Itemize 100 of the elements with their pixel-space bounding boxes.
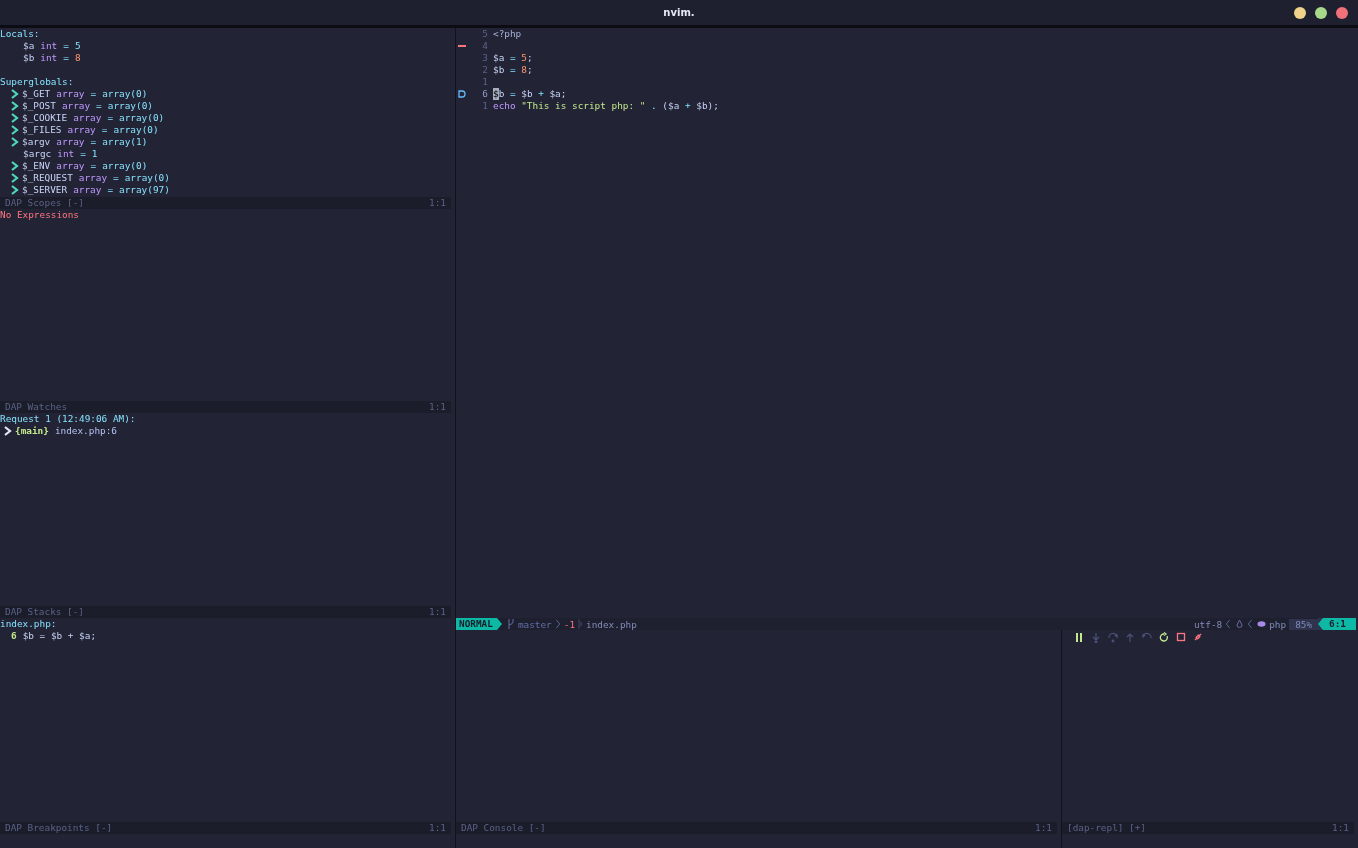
variable-value: 1 bbox=[91, 148, 98, 160]
line-number: 1 bbox=[482, 100, 488, 112]
code-token: ; bbox=[526, 52, 533, 64]
equals-sign: = bbox=[63, 40, 69, 52]
code-token: ; bbox=[526, 64, 533, 76]
window-title: nvim. bbox=[663, 7, 695, 18]
git-diff-count: -1 bbox=[562, 618, 577, 630]
equals-sign: = bbox=[90, 160, 97, 172]
code-token: 5 bbox=[521, 52, 527, 64]
variable-name[interactable]: $_ENV bbox=[22, 160, 51, 172]
maximize-button[interactable] bbox=[1315, 7, 1327, 19]
line-number: 5 bbox=[482, 28, 488, 40]
variable-type: array bbox=[61, 100, 91, 112]
chevron-separator-icon bbox=[1225, 619, 1232, 629]
code-token: "This is script php: " bbox=[521, 100, 646, 112]
breakpoint-file: index.php: bbox=[0, 618, 57, 630]
stopped-arrow-icon bbox=[458, 90, 466, 98]
variable-type: array bbox=[56, 136, 85, 148]
buffer-name: DAP Console [-] bbox=[461, 822, 546, 834]
variable-name[interactable]: $_COOKIE bbox=[22, 112, 68, 124]
pause-icon[interactable] bbox=[1074, 632, 1084, 643]
chevron-separator-icon bbox=[1247, 619, 1254, 629]
drop-icon bbox=[1235, 619, 1245, 629]
line-number: 2 bbox=[482, 64, 488, 76]
equals-sign: = bbox=[96, 100, 102, 112]
frame-name[interactable]: {main} bbox=[15, 425, 49, 437]
code-token: = bbox=[508, 88, 517, 100]
variable-name[interactable]: $_FILES bbox=[22, 124, 62, 136]
equals-sign: = bbox=[107, 184, 114, 196]
variable-value: array(0) bbox=[119, 112, 165, 124]
equals-sign: = bbox=[63, 52, 69, 64]
scope-heading: Locals: bbox=[0, 28, 40, 40]
scope-heading: Superglobals: bbox=[0, 76, 74, 88]
git-branch: master bbox=[516, 618, 553, 630]
variable-type: int bbox=[57, 148, 75, 160]
code-token: $b bbox=[493, 88, 505, 100]
file-name: index.php bbox=[585, 618, 638, 630]
equals-sign: = bbox=[107, 112, 114, 124]
code-token: $a bbox=[549, 88, 561, 100]
stop-icon[interactable] bbox=[1176, 632, 1186, 643]
cursor-position: 1:1 bbox=[429, 401, 446, 413]
cursor-position: 1:1 bbox=[429, 606, 446, 618]
equals-sign: = bbox=[113, 172, 119, 184]
equals-sign: = bbox=[90, 136, 97, 148]
restart-icon[interactable] bbox=[1159, 632, 1169, 643]
code-token: = bbox=[508, 52, 517, 64]
line-number: 4 bbox=[482, 40, 488, 52]
equals-sign: = bbox=[101, 124, 108, 136]
disconnect-icon[interactable] bbox=[1193, 632, 1203, 643]
variable-value: array(97) bbox=[119, 184, 170, 196]
file-encoding: utf-8 bbox=[1192, 618, 1224, 630]
variable-name[interactable]: $argc bbox=[23, 148, 52, 160]
variable-name[interactable]: $_REQUEST bbox=[22, 172, 73, 184]
variable-name[interactable]: $argv bbox=[22, 136, 51, 148]
variable-name[interactable]: $_SERVER bbox=[22, 184, 68, 196]
buffer-name: DAP Breakpoints [-] bbox=[5, 822, 113, 834]
scroll-percent: 85% bbox=[1289, 618, 1319, 630]
chevron-separator-icon bbox=[1318, 618, 1324, 630]
breakpoint-line-number: 6 bbox=[11, 630, 17, 642]
code-token: $b bbox=[696, 100, 708, 112]
variable-type: array bbox=[56, 160, 85, 172]
chevron-separator-icon bbox=[496, 618, 502, 630]
code-token: 8 bbox=[521, 64, 527, 76]
code-token: $a bbox=[668, 100, 680, 112]
code-token: $b bbox=[521, 88, 533, 100]
code-token: ; bbox=[560, 88, 567, 100]
buffer-name: DAP Scopes [-] bbox=[5, 197, 85, 209]
code-token: . bbox=[650, 100, 658, 112]
git-branch-icon bbox=[505, 619, 515, 629]
variable-type: int bbox=[40, 52, 58, 64]
equals-sign: = bbox=[80, 148, 86, 160]
variable-name[interactable]: $_GET bbox=[22, 88, 51, 100]
breakpoint-code[interactable]: $b = $b + $a; bbox=[22, 630, 97, 642]
variable-name[interactable]: $b bbox=[23, 52, 35, 64]
variable-type: int bbox=[40, 40, 58, 52]
cursor-position: 1:1 bbox=[429, 822, 446, 834]
variable-name[interactable]: $a bbox=[23, 40, 35, 52]
code-token: $a bbox=[493, 52, 505, 64]
code-token: + bbox=[683, 100, 692, 112]
variable-type: array bbox=[78, 172, 108, 184]
code-token: + bbox=[537, 88, 545, 100]
variable-value: array(0) bbox=[124, 172, 170, 184]
variable-value: array(0) bbox=[107, 100, 153, 112]
code-token: = bbox=[508, 64, 517, 76]
variable-value: array(1) bbox=[102, 136, 148, 148]
variable-name[interactable]: $_POST bbox=[22, 100, 56, 112]
variable-type: array bbox=[56, 88, 85, 100]
variable-type: array bbox=[73, 184, 102, 196]
thread-name: Request 1 (12:49:06 AM): bbox=[0, 413, 136, 425]
close-button[interactable] bbox=[1336, 7, 1348, 19]
line-number: 1 bbox=[482, 76, 488, 88]
line-number: 3 bbox=[482, 52, 488, 64]
frame-location[interactable]: index.php:6 bbox=[54, 425, 117, 437]
watches-message: No Expressions bbox=[0, 209, 80, 221]
code-token: $b bbox=[493, 64, 505, 76]
code-token: ); bbox=[707, 100, 719, 112]
cursor-position: 1:1 bbox=[1035, 822, 1052, 834]
variable-value: array(0) bbox=[102, 160, 148, 172]
variable-value: 5 bbox=[74, 40, 81, 52]
minimize-button[interactable] bbox=[1294, 7, 1306, 19]
